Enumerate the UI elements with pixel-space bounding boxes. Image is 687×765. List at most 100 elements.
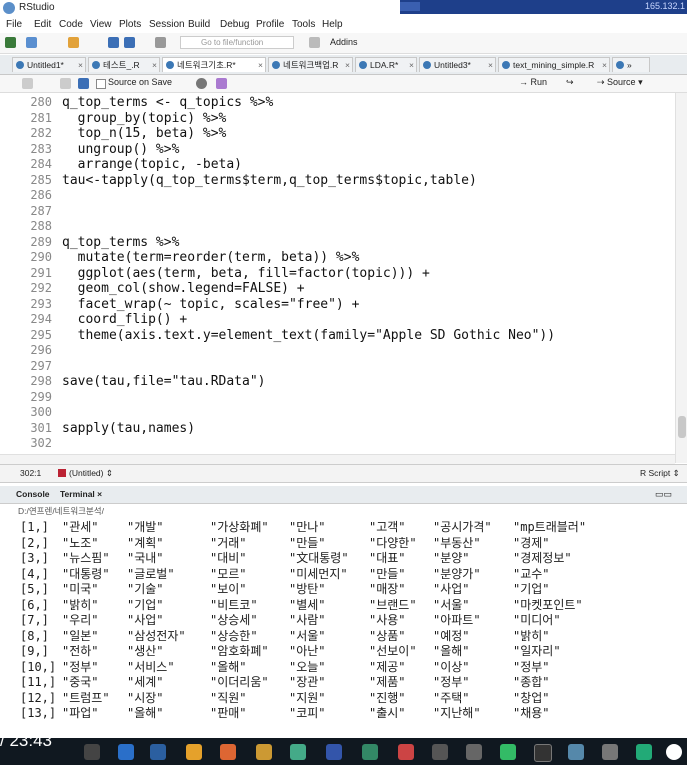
tab-test[interactable]: 테스트_.R × — [88, 57, 160, 72]
code-tools-icon[interactable] — [216, 78, 227, 89]
open-file-icon[interactable] — [68, 37, 79, 48]
addins-button[interactable]: Addins — [330, 37, 358, 47]
code-editor[interactable]: 280 q_top_terms <- q_topics %>% 281 group_… — [0, 93, 687, 463]
code-text[interactable]: q_top_terms %>% — [62, 235, 179, 251]
app4-icon[interactable] — [500, 744, 516, 760]
menu-build[interactable]: Build — [188, 19, 210, 30]
app3-icon[interactable] — [466, 744, 482, 760]
code-text[interactable]: tau<-tapply(q_top_terms$term,q_top_terms… — [62, 173, 477, 189]
code-text[interactable]: arrange(topic, -beta) — [62, 157, 242, 173]
new-project-icon[interactable] — [26, 37, 37, 48]
rerun-icon[interactable]: ↪ — [566, 77, 574, 88]
term-cell: "만들" — [289, 535, 326, 550]
menu-view[interactable]: View — [90, 19, 112, 30]
search-icon[interactable] — [196, 78, 207, 89]
powerpoint-icon[interactable] — [398, 744, 414, 760]
tab-untitled1[interactable]: Untitled1* × — [12, 57, 86, 72]
remote-pin-icon[interactable] — [400, 2, 420, 11]
excel2-icon[interactable] — [636, 744, 652, 760]
menu-profile[interactable]: Profile — [256, 19, 284, 30]
menu-debug[interactable]: Debug — [220, 19, 249, 30]
code-text[interactable]: save(tau,file="tau.RData") — [62, 374, 266, 390]
code-text[interactable]: sapply(tau,names) — [62, 421, 195, 437]
close-icon[interactable]: × — [152, 58, 157, 72]
photoshop-icon[interactable] — [534, 744, 552, 762]
save-icon[interactable] — [108, 37, 119, 48]
tab-text-mining[interactable]: text_mining_simple.R × — [498, 57, 610, 72]
term-cell: "정부" — [513, 659, 550, 674]
editor-horizontal-scrollbar[interactable] — [0, 454, 675, 464]
term-cell: "사용" — [369, 613, 406, 627]
code-text[interactable]: ggplot(aes(term, beta, fill=factor(topic… — [62, 266, 430, 282]
store-icon[interactable] — [256, 744, 272, 760]
close-icon[interactable]: × — [258, 58, 263, 72]
line-number: 286 — [30, 188, 52, 202]
term-cell: "아파트" — [433, 613, 481, 627]
menu-plots[interactable]: Plots — [119, 19, 141, 30]
task-view-icon[interactable] — [84, 744, 100, 760]
save-all-icon[interactable] — [124, 37, 135, 48]
excel-icon[interactable] — [362, 744, 378, 760]
line-number: 285 — [30, 172, 52, 187]
tab-network-backup[interactable]: 네트워크백업.R × — [268, 57, 353, 72]
show-in-window-icon[interactable] — [60, 78, 71, 89]
r-file-icon — [359, 61, 367, 69]
code-text[interactable]: theme(axis.text.y=element_text(family="A… — [62, 328, 555, 344]
print-icon[interactable] — [155, 37, 166, 48]
app2-icon[interactable] — [432, 744, 448, 760]
tab-overflow[interactable]: » — [612, 57, 650, 72]
row-index: [3,] — [20, 551, 49, 565]
grid-icon[interactable] — [309, 37, 320, 48]
close-icon[interactable]: × — [602, 58, 607, 72]
close-icon[interactable]: × — [488, 58, 493, 72]
code-text[interactable]: top_n(15, beta) %>% — [62, 126, 227, 142]
close-icon[interactable]: × — [78, 58, 83, 72]
app6-icon[interactable] — [602, 744, 618, 760]
video-time-label: / 23:43 — [0, 731, 52, 750]
menu-tools[interactable]: Tools — [292, 19, 315, 30]
save-file-icon[interactable] — [78, 78, 89, 89]
word-icon[interactable] — [326, 744, 342, 760]
folder-icon[interactable] — [186, 744, 202, 760]
menu-code[interactable]: Code — [59, 19, 83, 30]
back-arrow-icon[interactable] — [22, 78, 33, 89]
code-text[interactable]: group_by(topic) %>% — [62, 111, 227, 127]
scroll-thumb[interactable] — [678, 416, 686, 438]
recording-icon[interactable] — [666, 744, 682, 760]
code-text[interactable]: q_top_terms <- q_topics %>% — [62, 95, 273, 111]
chrome-icon[interactable] — [220, 744, 236, 760]
app-icon[interactable] — [290, 744, 306, 760]
menu-help[interactable]: Help — [322, 19, 343, 30]
code-text[interactable]: geom_col(show.legend=FALSE) + — [62, 281, 305, 297]
app5-icon[interactable] — [568, 744, 584, 760]
tab-network-basics[interactable]: 네트워크기초.R* × — [162, 57, 266, 72]
working-directory[interactable]: D:/연프렌/네트워크분석/ — [18, 505, 104, 517]
edge-icon[interactable] — [118, 744, 134, 760]
term-cell: "만나" — [289, 520, 326, 534]
tab-terminal[interactable]: Terminal × — [60, 489, 102, 499]
tab-lda[interactable]: LDA.R* × — [355, 57, 417, 72]
console-output[interactable]: [1,] "관세" "개발" "가상화폐" "만나" "고객" "공시가격" "mp트래블러"… — [0, 518, 687, 738]
goto-file-input[interactable]: Go to file/function — [180, 36, 294, 49]
menu-session[interactable]: Session — [149, 19, 185, 30]
close-icon[interactable]: × — [345, 58, 350, 72]
tab-console[interactable]: Console — [16, 489, 50, 499]
run-button[interactable]: → Run — [519, 77, 547, 87]
source-button[interactable]: ⇢ Source ▾ — [597, 77, 643, 88]
row-index: [9,] — [20, 644, 49, 658]
code-text[interactable]: ungroup() %>% — [62, 142, 180, 158]
code-text[interactable]: facet_wrap(~ topic, scales="free") + — [62, 297, 360, 313]
menu-edit[interactable]: Edit — [34, 19, 51, 30]
tab-untitled3[interactable]: Untitled3* × — [419, 57, 496, 72]
minimize-pane-icon[interactable]: ▭▭ — [655, 489, 672, 500]
file-type-selector[interactable]: R Script ⇕ — [640, 468, 680, 479]
menu-file[interactable]: File — [6, 19, 22, 30]
close-icon[interactable]: × — [409, 58, 414, 72]
source-on-save-checkbox[interactable] — [96, 79, 106, 89]
code-text[interactable]: coord_flip() + — [62, 312, 188, 328]
code-text[interactable]: mutate(term=reorder(term, beta)) %>% — [62, 250, 360, 266]
new-file-icon[interactable] — [5, 37, 16, 48]
scope-selector[interactable]: (Untitled) ⇕ — [58, 468, 113, 479]
editor-vertical-scrollbar[interactable] — [675, 93, 687, 463]
ie-icon[interactable] — [150, 744, 166, 760]
